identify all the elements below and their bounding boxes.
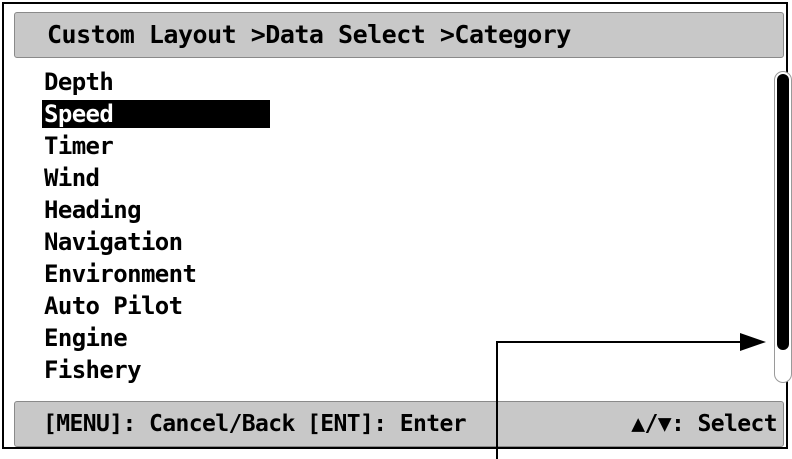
display-screen: Custom Layout >Data Select >Category Dep…	[2, 2, 792, 449]
list-item-label: Environment	[44, 260, 197, 288]
list-item-label: Heading	[44, 196, 142, 224]
key-hint-bar: [MENU]: Cancel/Back [ENT]: Enter ▲/▼: Se…	[14, 401, 784, 447]
category-list: Depth Speed Timer Wind Heading Navigatio…	[42, 66, 270, 386]
list-item-timer[interactable]: Timer	[42, 130, 270, 162]
scrollbar-track[interactable]	[774, 71, 792, 383]
list-item-label: Auto Pilot	[44, 292, 183, 320]
list-item-heading[interactable]: Heading	[42, 194, 270, 226]
list-item-fishery[interactable]: Fishery	[42, 354, 270, 386]
list-item-depth[interactable]: Depth	[42, 66, 270, 98]
list-item-navigation[interactable]: Navigation	[42, 226, 270, 258]
list-item-engine[interactable]: Engine	[42, 322, 270, 354]
list-item-label: Wind	[44, 164, 100, 192]
list-item-environment[interactable]: Environment	[42, 258, 270, 290]
select-key-hint: ▲/▼: Select	[631, 411, 777, 437]
scrollbar-thumb[interactable]	[777, 74, 789, 350]
title-bar: Custom Layout >Data Select >Category	[14, 12, 784, 58]
list-item-label: Timer	[44, 132, 114, 160]
list-item-auto-pilot[interactable]: Auto Pilot	[42, 290, 270, 322]
list-item-wind[interactable]: Wind	[42, 162, 270, 194]
menu-key-hint: [MENU]: Cancel/Back	[43, 411, 295, 437]
list-item-label: Navigation	[44, 228, 183, 256]
list-item-label: Engine	[44, 324, 128, 352]
enter-key-hint: [ENT]: Enter	[307, 411, 467, 437]
list-item-label: Fishery	[44, 356, 142, 384]
list-item-speed[interactable]: Speed	[42, 98, 270, 130]
list-item-label: Speed	[42, 100, 270, 128]
list-item-label: Depth	[44, 68, 114, 96]
breadcrumb: Custom Layout >Data Select >Category	[47, 20, 571, 49]
